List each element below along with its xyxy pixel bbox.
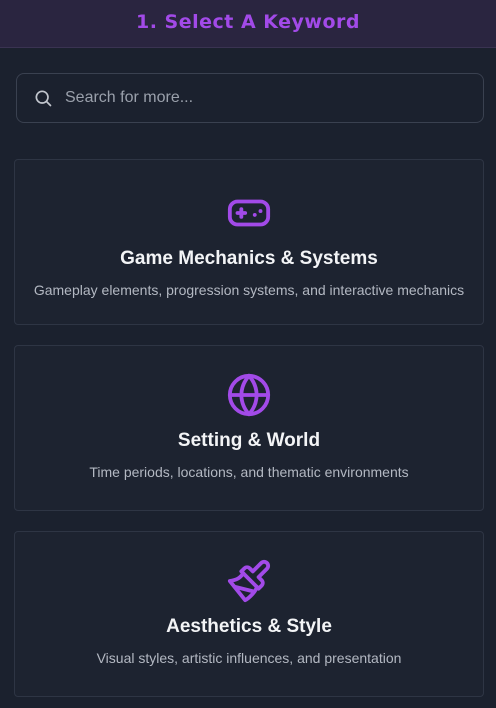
page-header: 1. Select A Keyword	[0, 0, 496, 48]
category-description: Visual styles, artistic influences, and …	[96, 650, 402, 666]
globe-icon	[15, 372, 483, 418]
category-card-aesthetics-style[interactable]: Aesthetics & Style Visual styles, artist…	[14, 531, 484, 697]
category-card-game-mechanics[interactable]: Game Mechanics & Systems Gameplay elemen…	[14, 159, 484, 325]
category-card-setting-world[interactable]: Setting & World Time periods, locations,…	[14, 345, 484, 511]
search-input[interactable]	[65, 89, 483, 107]
category-description: Time periods, locations, and thematic en…	[89, 464, 409, 480]
search-box[interactable]	[16, 73, 484, 123]
category-description: Gameplay elements, progression systems, …	[33, 282, 465, 298]
page-title: 1. Select A Keyword	[135, 10, 361, 33]
search-icon	[33, 88, 53, 108]
category-title: Game Mechanics & Systems	[120, 248, 378, 269]
category-title: Aesthetics & Style	[166, 616, 332, 637]
category-title: Setting & World	[177, 430, 321, 451]
paintbrush-icon	[15, 558, 483, 604]
gamepad-icon	[15, 190, 483, 236]
